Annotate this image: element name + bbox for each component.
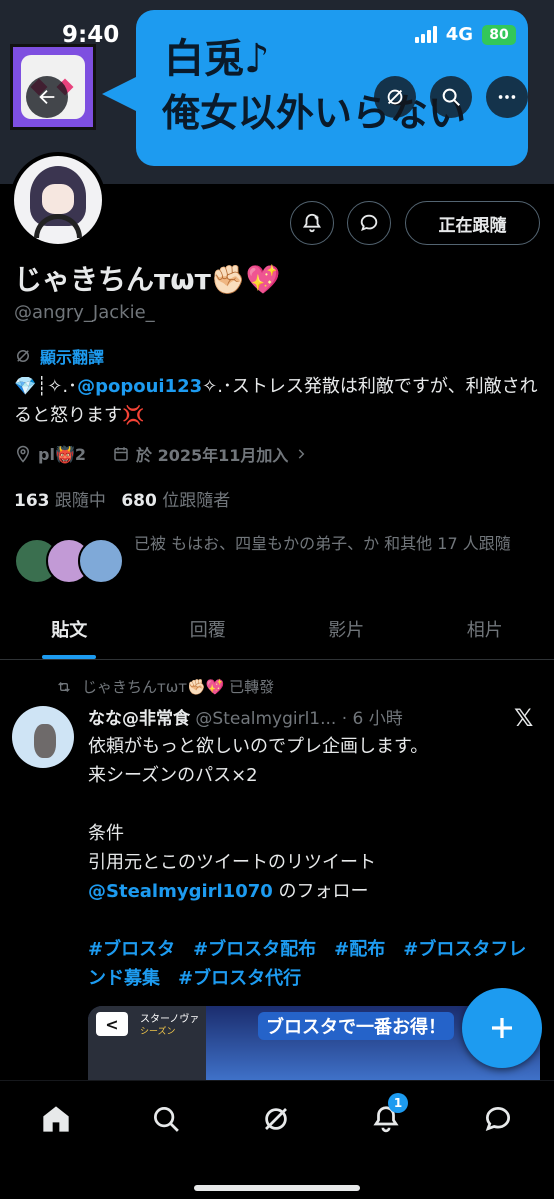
signal-icon xyxy=(414,26,437,43)
grok-icon xyxy=(387,89,403,105)
x-logo: 𝕏 xyxy=(514,704,534,732)
plus-icon xyxy=(492,1018,512,1038)
known-followers-text: 已被 もはお、四皇もかの弟子、か 和其他 17 人跟隨 xyxy=(134,534,511,553)
nav-notifications[interactable]: 1 xyxy=(366,1093,408,1139)
compose-button[interactable] xyxy=(462,988,542,1068)
follower-avatar xyxy=(78,538,124,584)
banner-text-line2: 俺女以外いらない xyxy=(162,91,467,135)
nav-search[interactable] xyxy=(146,1099,186,1139)
tweet-line: 依頼がもっと欲しいのでプレ企画します。 xyxy=(88,736,429,757)
notifications-badge: 1 xyxy=(388,1093,408,1113)
more-button[interactable] xyxy=(486,76,528,118)
nav-grok[interactable] xyxy=(256,1099,296,1139)
back-button[interactable] xyxy=(26,76,68,118)
message-icon xyxy=(360,214,378,231)
followers-link[interactable]: 680 位跟隨者 xyxy=(121,491,230,511)
tweet-body: 依頼がもっと欲しいのでプレ企画します。 来シーズンのパス×2 条件 引用元とこの… xyxy=(88,732,540,993)
translate-label: 顯示翻譯 xyxy=(40,348,105,367)
nav-messages[interactable] xyxy=(478,1099,518,1139)
tweet-mention-link[interactable]: @Stealmygirl1070 xyxy=(88,881,273,902)
profile-bio: 💎┊✧.･@popoui123✧.･ストレス発散は利敵ですが、利敵されると怒りま… xyxy=(14,372,540,430)
profile-tabs: 貼文 回覆 影片 相片 xyxy=(0,600,554,660)
tab-posts[interactable]: 貼文 xyxy=(0,600,139,659)
tweet-line: 条件 xyxy=(88,823,124,844)
tab-videos[interactable]: 影片 xyxy=(277,600,416,659)
grok-icon xyxy=(265,1108,287,1130)
notifications-toggle-button[interactable] xyxy=(290,201,334,245)
location-text: pl👹2 xyxy=(38,444,86,464)
back-arrow-icon xyxy=(39,89,55,105)
profile-avatar[interactable] xyxy=(10,152,106,248)
repost-label: じゃきちんᴛωᴛ✊🏻💖 已轉發 xyxy=(82,678,275,696)
tweet-line: のフォロー xyxy=(272,881,369,902)
search-button[interactable] xyxy=(430,76,472,118)
translate-icon xyxy=(17,350,29,362)
tweet-author-handle[interactable]: @Stealmygirl1... xyxy=(195,709,336,729)
tab-photos[interactable]: 相片 xyxy=(416,600,554,659)
home-icon xyxy=(43,1106,69,1132)
home-indicator xyxy=(194,1185,360,1191)
repost-indicator: じゃきちんᴛωᴛ✊🏻💖 已轉發 xyxy=(56,676,274,697)
location-icon xyxy=(16,445,30,463)
tweet-line: 引用元とこのツイートのリツイート xyxy=(88,852,376,873)
media-banner-text: ブロスタで一番お得！ xyxy=(258,1012,454,1040)
bio-mention-link[interactable]: @popoui123 xyxy=(77,376,202,397)
bottom-navigation: 1 xyxy=(0,1080,554,1199)
calendar-icon xyxy=(114,447,128,461)
following-label: 跟隨中 xyxy=(54,491,106,511)
following-count: 163 xyxy=(14,491,50,511)
user-handle: @angry_Jackie_ xyxy=(14,302,155,323)
search-icon xyxy=(154,1107,179,1132)
tab-replies[interactable]: 回覆 xyxy=(139,600,278,659)
tweet-author-avatar[interactable] xyxy=(12,706,74,768)
media-subtitle: シーズン xyxy=(140,1027,176,1037)
translate-bio-button[interactable]: 顯示翻譯 xyxy=(14,344,104,368)
network-label: 4G xyxy=(445,24,473,45)
joined-date[interactable]: 於 2025年11月加入 xyxy=(136,442,288,466)
profile-meta: pl👹2 於 2025年11月加入 xyxy=(14,442,308,466)
media-title: スターノヴァ xyxy=(140,1014,200,1025)
known-followers[interactable]: 已被 もはお、四皇もかの弟子、か 和其他 17 人跟隨 xyxy=(14,534,544,590)
grok-button[interactable] xyxy=(374,76,416,118)
notification-plus-icon xyxy=(302,213,322,233)
media-back-icon: < xyxy=(96,1012,128,1036)
follow-counts: 163 跟隨中 680 位跟隨者 xyxy=(14,486,230,511)
tweet-time: · 6 小時 xyxy=(341,709,403,729)
repost-icon xyxy=(58,681,70,692)
banner-text-line1: 白兎♪ xyxy=(164,36,270,82)
followers-count: 680 xyxy=(121,491,157,511)
following-button[interactable]: 正在跟隨 xyxy=(405,201,540,245)
bio-prefix: 💎┊✧.･ xyxy=(14,376,78,397)
chevron-right-icon xyxy=(299,449,305,459)
message-button[interactable] xyxy=(347,201,391,245)
battery-icon: 80 xyxy=(482,24,516,45)
tweet-header: なな@非常食 @Stealmygirl1... · 6 小時 xyxy=(88,704,508,729)
following-link[interactable]: 163 跟隨中 xyxy=(14,491,106,511)
tweet-line: 来シーズンのパス×2 xyxy=(88,765,258,786)
tweet-hashtags[interactable]: #ブロスタ #ブロスタ配布 #配布 #ブロスタフレンド募集 #ブロスタ代行 xyxy=(88,935,540,993)
display-name: じゃきちんᴛωᴛ✊🏻💖 xyxy=(14,263,281,296)
tweet-author-name[interactable]: なな@非常食 xyxy=(88,709,190,729)
status-indicators: 4G 80 xyxy=(414,24,516,45)
more-icon xyxy=(498,95,516,99)
search-icon xyxy=(442,88,460,106)
status-time: 9:40 xyxy=(62,22,120,48)
nav-home[interactable] xyxy=(36,1099,76,1139)
followers-label: 位跟隨者 xyxy=(162,491,231,511)
mail-icon xyxy=(485,1106,511,1132)
